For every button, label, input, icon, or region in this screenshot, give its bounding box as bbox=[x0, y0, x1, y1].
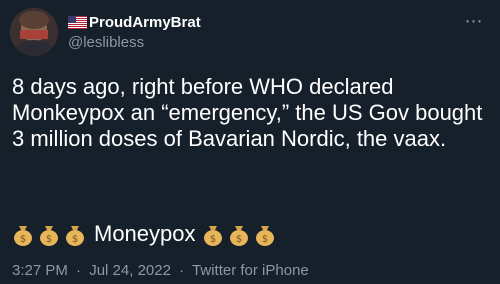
tweet-text: 8 days ago, right before WHO declared Mo… bbox=[12, 74, 494, 152]
svg-text:$: $ bbox=[209, 234, 215, 245]
us-flag-icon bbox=[68, 15, 87, 29]
tweet-card: ProudArmyBrat @leslibless ⋯ 8 days ago, … bbox=[0, 0, 500, 284]
svg-text:$: $ bbox=[20, 234, 26, 245]
money-bag-icon: $ bbox=[203, 226, 222, 246]
tweet-date[interactable]: Jul 24, 2022 bbox=[89, 262, 171, 279]
avatar[interactable] bbox=[10, 8, 58, 56]
svg-text:$: $ bbox=[72, 234, 78, 245]
meta-separator: · bbox=[179, 262, 185, 279]
svg-text:$: $ bbox=[261, 234, 267, 245]
more-options-button[interactable]: ⋯ bbox=[462, 11, 486, 31]
tweet-time[interactable]: 3:27 PM bbox=[12, 262, 68, 279]
tweet-body: 8 days ago, right before WHO declared Mo… bbox=[12, 74, 483, 151]
display-name[interactable]: ProudArmyBrat bbox=[89, 14, 201, 31]
money-bag-icon: $ bbox=[255, 226, 274, 246]
meta-separator: · bbox=[76, 262, 82, 279]
more-options-icon: ⋯ bbox=[464, 11, 484, 31]
money-bag-icon: $ bbox=[229, 226, 248, 246]
svg-text:$: $ bbox=[235, 234, 241, 245]
emoji-word: Moneypox bbox=[94, 221, 196, 246]
money-bag-icon: $ bbox=[66, 226, 84, 246]
tweet-source[interactable]: Twitter for iPhone bbox=[192, 262, 309, 279]
money-bag-group-left: $ $ $ bbox=[12, 222, 90, 246]
money-bag-group-right: $ $ $ bbox=[202, 222, 280, 246]
author-block: ProudArmyBrat @leslibless bbox=[68, 12, 201, 51]
avatar-image bbox=[10, 8, 58, 56]
display-name-row[interactable]: ProudArmyBrat bbox=[68, 12, 201, 32]
emoji-line: $ $ $ Moneypox $ $ $ bbox=[12, 219, 280, 249]
tweet-meta: 3:27 PM · Jul 24, 2022 · Twitter for iPh… bbox=[12, 262, 309, 279]
user-handle[interactable]: @leslibless bbox=[68, 34, 201, 51]
money-bag-icon: $ bbox=[14, 226, 32, 246]
svg-text:$: $ bbox=[46, 234, 52, 245]
money-bag-icon: $ bbox=[40, 226, 58, 246]
